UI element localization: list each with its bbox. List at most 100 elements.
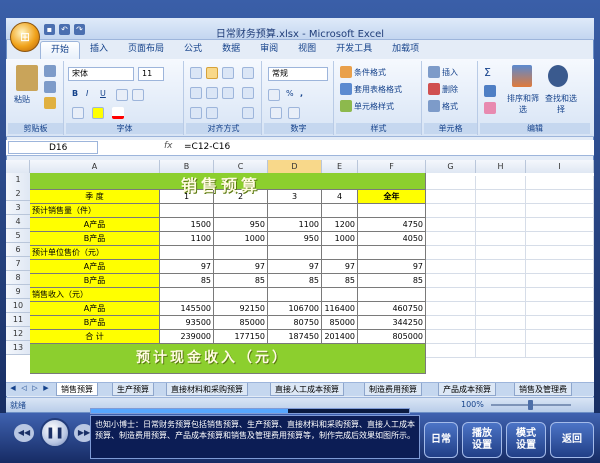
clear-icon[interactable] [484, 102, 496, 114]
fill-icon[interactable] [484, 85, 496, 97]
column-header-F[interactable]: F [358, 160, 426, 173]
empty-cell[interactable] [426, 218, 476, 232]
empty-cell[interactable] [526, 204, 594, 218]
empty-cell[interactable] [476, 232, 526, 246]
empty-cell[interactable] [526, 218, 594, 232]
empty-cell[interactable] [476, 344, 526, 358]
increase-decimal-icon[interactable] [270, 107, 282, 119]
cell-E9[interactable] [322, 288, 358, 302]
cell-B6[interactable] [160, 246, 214, 260]
sheet-tab-admin-expense[interactable]: 销售及管理费 [514, 383, 572, 396]
header-quarter[interactable]: 季 度 [30, 190, 160, 204]
cell-E8[interactable]: 85 [322, 274, 358, 288]
sheet-tab-labor[interactable]: 直接人工成本预算 [270, 383, 344, 396]
font-size-box[interactable]: 11 [138, 67, 164, 81]
empty-cell[interactable] [476, 274, 526, 288]
empty-cell[interactable] [476, 260, 526, 274]
row-label-r8[interactable]: B产品 [30, 274, 160, 288]
empty-cell[interactable] [476, 330, 526, 344]
cell-C5[interactable]: 1000 [214, 232, 268, 246]
tab-developer[interactable]: 开发工具 [326, 41, 382, 59]
cell-C8[interactable]: 85 [214, 274, 268, 288]
cell-B7[interactable]: 97 [160, 260, 214, 274]
sheet-tab-sales[interactable]: 销售预算 [56, 383, 98, 396]
align-left-icon[interactable] [190, 87, 202, 99]
align-right-icon[interactable] [222, 87, 234, 99]
row-header-7[interactable]: 7 [6, 257, 30, 271]
find-select-button[interactable]: 查找和选择 [542, 93, 580, 115]
cell-B12[interactable]: 239000 [160, 330, 214, 344]
row-header-2[interactable]: 2 [6, 187, 30, 201]
cell-E4[interactable]: 1200 [322, 218, 358, 232]
format-button[interactable]: 格式 [442, 101, 458, 112]
row-header-5[interactable]: 5 [6, 229, 30, 243]
cell-F3[interactable] [358, 204, 426, 218]
empty-cell[interactable] [426, 260, 476, 274]
empty-cell[interactable] [426, 288, 476, 302]
empty-cell[interactable] [526, 316, 594, 330]
row-label-r10[interactable]: A产品 [30, 302, 160, 316]
row-header-8[interactable]: 8 [6, 271, 30, 285]
zoom-level[interactable]: 100% [461, 400, 484, 409]
cell-C7[interactable]: 97 [214, 260, 268, 274]
office-button[interactable]: ⊞ [10, 22, 40, 52]
empty-cell[interactable] [526, 246, 594, 260]
empty-cell[interactable] [526, 232, 594, 246]
row-header-10[interactable]: 10 [6, 299, 30, 313]
autosum-button[interactable]: Σ [484, 66, 491, 79]
cell-F11[interactable]: 344250 [358, 316, 426, 330]
empty-cell[interactable] [426, 274, 476, 288]
paste-button[interactable]: 粘贴 [14, 94, 30, 105]
bold-button[interactable]: B [72, 89, 78, 98]
cell-C6[interactable] [214, 246, 268, 260]
cell-C4[interactable]: 950 [214, 218, 268, 232]
decrease-indent-icon[interactable] [190, 107, 202, 119]
column-header-A[interactable]: A [30, 160, 160, 173]
cell-E3[interactable] [322, 204, 358, 218]
last-sheet-icon[interactable]: ▶ [41, 384, 51, 395]
progress-bar[interactable] [90, 408, 410, 414]
header-q1[interactable]: 1 [160, 190, 214, 204]
back-button[interactable]: 返回 [550, 422, 594, 458]
cell-B9[interactable] [160, 288, 214, 302]
zoom-slider-knob[interactable] [528, 400, 533, 410]
find-select-icon[interactable] [548, 65, 568, 87]
empty-cell[interactable] [426, 344, 476, 358]
row-label-r12[interactable]: 合 计 [30, 330, 160, 344]
empty-cell[interactable] [426, 302, 476, 316]
row-label-r7[interactable]: A产品 [30, 260, 160, 274]
cell-B10[interactable]: 145500 [160, 302, 214, 316]
sheet-tab-product-cost[interactable]: 产品成本预算 [438, 383, 496, 396]
row-label-r11[interactable]: B产品 [30, 316, 160, 330]
header-q2[interactable]: 2 [214, 190, 268, 204]
formula-input[interactable]: =C12-C16 [184, 142, 230, 152]
cell-E10[interactable]: 116400 [322, 302, 358, 316]
align-middle-icon[interactable] [206, 67, 218, 79]
border-icon[interactable] [72, 107, 84, 119]
cell-F7[interactable]: 97 [358, 260, 426, 274]
grow-font-icon[interactable] [116, 89, 128, 101]
empty-cell[interactable] [476, 302, 526, 316]
cell-E11[interactable]: 85000 [322, 316, 358, 330]
prev-sheet-icon[interactable]: ◁ [19, 384, 29, 395]
sort-filter-icon[interactable] [512, 65, 532, 87]
empty-cell[interactable] [526, 344, 594, 358]
header-total[interactable]: 全年 [358, 190, 426, 204]
row-header-4[interactable]: 4 [6, 215, 30, 229]
empty-cell[interactable] [476, 190, 526, 204]
cell-B8[interactable]: 85 [160, 274, 214, 288]
tab-data[interactable]: 数据 [212, 41, 250, 59]
row-label-r5[interactable]: B产品 [30, 232, 160, 246]
font-color-icon[interactable] [112, 107, 124, 119]
row-header-6[interactable]: 6 [6, 243, 30, 257]
empty-cell[interactable] [476, 246, 526, 260]
cell-F4[interactable]: 4750 [358, 218, 426, 232]
italic-button[interactable]: I [86, 89, 88, 98]
fill-color-icon[interactable] [92, 107, 104, 119]
wrap-text-icon[interactable] [242, 87, 254, 99]
sheet-tab-materials[interactable]: 直接材料和采购预算 [166, 383, 248, 396]
undo-icon[interactable]: ↶ [59, 23, 70, 35]
select-all-corner[interactable] [6, 160, 30, 173]
cell-C11[interactable]: 85000 [214, 316, 268, 330]
shrink-font-icon[interactable] [132, 89, 144, 101]
